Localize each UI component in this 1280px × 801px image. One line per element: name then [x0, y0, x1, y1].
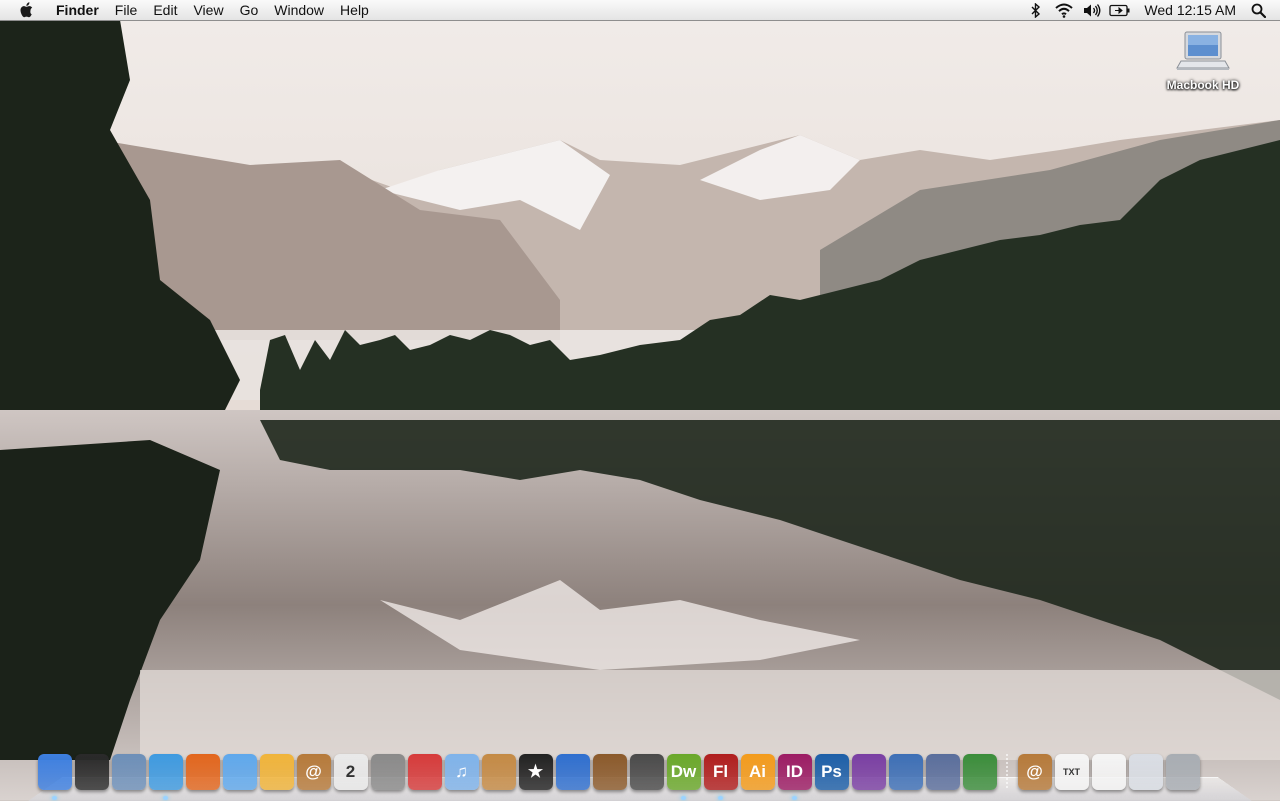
- txt-document-label: TXT: [1063, 767, 1080, 777]
- radio-icon[interactable]: [629, 754, 664, 790]
- mail-stamp-icon[interactable]: [111, 754, 146, 790]
- address-book-folder-label: @: [1026, 762, 1043, 781]
- menu-file[interactable]: File: [107, 0, 146, 21]
- menu-edit[interactable]: Edit: [145, 0, 185, 21]
- menu-go[interactable]: Go: [232, 0, 267, 21]
- address-book-folder-icon[interactable]: @: [1017, 754, 1052, 790]
- illustrator-label: Ai: [749, 762, 766, 781]
- txt-document-icon[interactable]: TXT: [1054, 754, 1089, 790]
- system-preferences-icon[interactable]: [370, 754, 405, 790]
- iphoto-icon[interactable]: [481, 754, 516, 790]
- trash-icon[interactable]: [1165, 754, 1200, 790]
- menu-extras: Wed 12:15 AM: [1022, 0, 1280, 21]
- ical-icon[interactable]: 2: [333, 754, 368, 790]
- dreamweaver-icon[interactable]: Dw: [666, 754, 701, 800]
- menu-clock[interactable]: Wed 12:15 AM: [1134, 2, 1248, 18]
- address-book-label: @: [305, 762, 322, 781]
- dashboard-icon[interactable]: [74, 754, 109, 790]
- menu-help[interactable]: Help: [332, 0, 377, 21]
- transmit-icon[interactable]: [259, 754, 294, 790]
- desktop-wallpaper: [0, 0, 1280, 800]
- apple-menu-icon[interactable]: [18, 1, 36, 19]
- garageband-icon[interactable]: [592, 754, 627, 790]
- numbers-icon[interactable]: [962, 754, 997, 790]
- itunes-label: ♫: [455, 762, 468, 781]
- desktop-icon-macbook-hd[interactable]: Macbook HD: [1158, 28, 1248, 92]
- flash-icon[interactable]: Fl: [703, 754, 738, 800]
- firefox-icon[interactable]: [185, 754, 220, 790]
- desktop-icon-label: Macbook HD: [1166, 78, 1240, 92]
- script-editor-icon[interactable]: [925, 754, 960, 790]
- running-indicator: [792, 796, 797, 800]
- flashcard-icon[interactable]: [407, 754, 442, 790]
- photoshop-icon[interactable]: Ps: [814, 754, 849, 790]
- menu-bar: Finder File Edit View Go Window Help Wed…: [0, 0, 1280, 21]
- dock: @2 ♫ ★ Dw Fl Ai ID Ps @ TXT: [36, 748, 1248, 800]
- running-indicator: [163, 796, 168, 800]
- menu-view[interactable]: View: [185, 0, 231, 21]
- battery-icon[interactable]: [1109, 0, 1131, 21]
- running-indicator: [681, 796, 686, 800]
- hard-drive-icon: [1175, 28, 1231, 78]
- idvd-icon[interactable]: [555, 754, 590, 790]
- menu-app-finder[interactable]: Finder: [52, 0, 107, 21]
- running-indicator: [52, 796, 57, 800]
- volume-icon[interactable]: [1081, 0, 1103, 21]
- indesign-label: ID: [786, 762, 803, 781]
- keynote-icon[interactable]: [888, 754, 923, 790]
- ical-label: 2: [345, 762, 356, 781]
- safari-icon[interactable]: [148, 754, 183, 800]
- dock-separator[interactable]: [1006, 754, 1008, 790]
- indesign-icon[interactable]: ID: [777, 754, 812, 800]
- text-document-icon[interactable]: [1091, 754, 1126, 790]
- itunes-icon[interactable]: ♫: [444, 754, 479, 790]
- ichat-icon[interactable]: [222, 754, 257, 790]
- imovie-label: ★: [527, 762, 544, 781]
- illustrator-icon[interactable]: Ai: [740, 754, 775, 790]
- dreamweaver-label: Dw: [670, 762, 697, 781]
- running-indicator: [718, 796, 723, 800]
- imovie-icon[interactable]: ★: [518, 754, 553, 790]
- spotlight-search-icon[interactable]: [1248, 0, 1268, 21]
- finder-icon[interactable]: [37, 754, 72, 800]
- address-book-icon[interactable]: @: [296, 754, 331, 790]
- downloads-window-icon[interactable]: [1128, 754, 1163, 790]
- bluetooth-icon[interactable]: [1025, 0, 1047, 21]
- wifi-icon[interactable]: [1053, 0, 1075, 21]
- aperture-icon[interactable]: [851, 754, 886, 790]
- flash-label: Fl: [712, 762, 729, 781]
- menu-window[interactable]: Window: [266, 0, 332, 21]
- photoshop-label: Ps: [821, 762, 842, 781]
